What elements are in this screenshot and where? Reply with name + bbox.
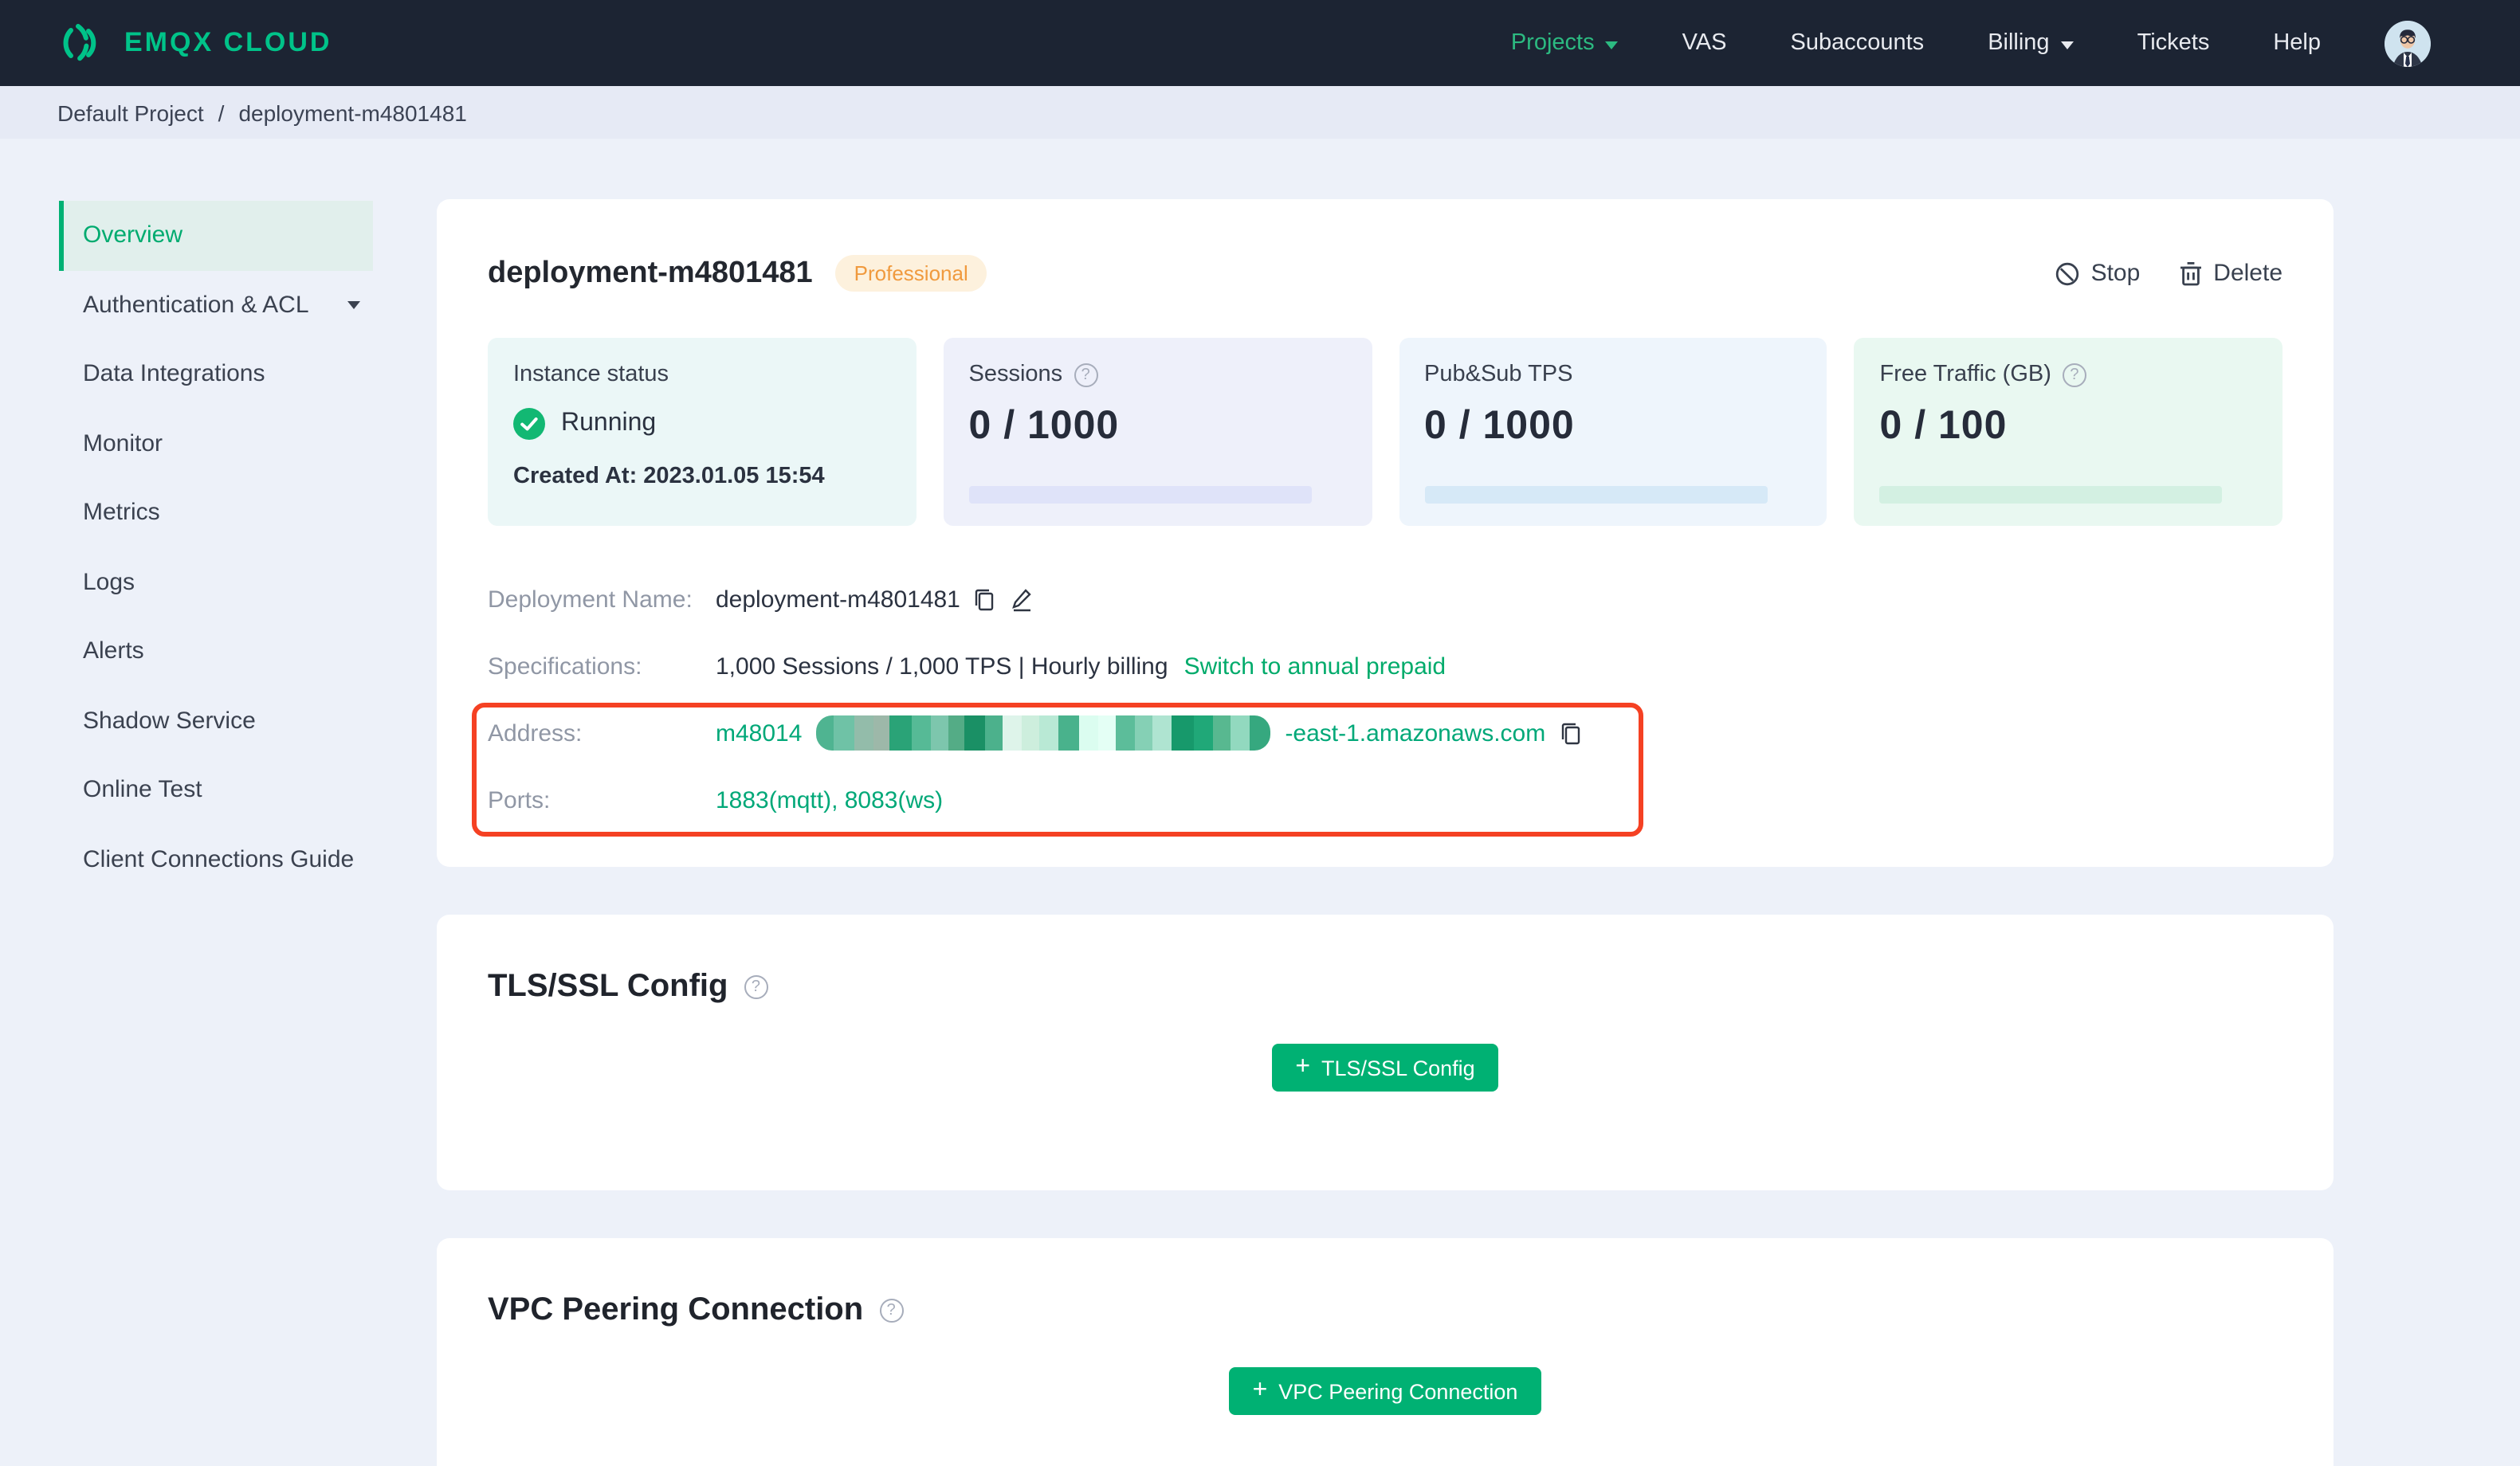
copy-icon[interactable] xyxy=(1558,721,1582,745)
user-avatar[interactable] xyxy=(2385,20,2431,66)
help-circle-icon[interactable]: ? xyxy=(2062,363,2086,386)
vpc-peering-title: VPC Peering Connection xyxy=(488,1292,864,1327)
tls-ssl-title: TLS/SSL Config xyxy=(488,969,728,1004)
stat-pubsub-tps: Pub&Sub TPS 0 / 1000 xyxy=(1399,338,1827,526)
sidebar-item-shadow-service[interactable]: Shadow Service xyxy=(59,686,373,755)
ports-value: 1883(mqtt), 8083(ws) xyxy=(716,786,944,813)
check-circle-icon xyxy=(513,408,545,440)
deployment-title: deployment-m4801481 xyxy=(488,256,813,289)
breadcrumb-separator: / xyxy=(218,100,225,125)
emqx-logo-icon xyxy=(57,19,105,67)
help-circle-icon[interactable]: ? xyxy=(744,975,768,999)
breadcrumb-deployment: deployment-m4801481 xyxy=(238,100,467,125)
nav-item-projects[interactable]: Projects xyxy=(1511,30,1619,56)
breadcrumb: Default Project / deployment-m4801481 xyxy=(0,86,2520,139)
nav-item-vas[interactable]: VAS xyxy=(1682,30,1727,56)
tps-progress-bar xyxy=(1424,486,1767,504)
tps-value: 0 / 1000 xyxy=(1424,403,1575,448)
stat-sessions: Sessions ? 0 / 1000 xyxy=(943,338,1372,526)
nav-item-subaccounts[interactable]: Subaccounts xyxy=(1791,30,1925,56)
content: Overview Authentication & ACL Data Integ… xyxy=(0,139,2520,1466)
edit-pencil-icon[interactable] xyxy=(1010,586,1035,612)
created-at-text: Created At: 2023.01.05 15:54 xyxy=(513,464,825,489)
sessions-value: 0 / 1000 xyxy=(968,403,1120,448)
breadcrumb-project[interactable]: Default Project xyxy=(57,100,204,125)
stats-row: Instance status Running Created At: 2023… xyxy=(488,338,2283,526)
tls-ssl-card: TLS/SSL Config ? + TLS/SSL Config xyxy=(437,915,2334,1190)
trash-icon xyxy=(2178,261,2202,286)
deployment-overview-card: deployment-m4801481 Professional Stop De… xyxy=(437,199,2334,867)
deployment-details: Deployment Name: deployment-m4801481 Spe… xyxy=(488,566,2283,833)
sidebar-item-overview[interactable]: Overview xyxy=(59,201,373,270)
address-prefix: m48014 xyxy=(716,719,803,747)
sessions-progress-bar xyxy=(968,486,1312,504)
brand-name: EMQX CLOUD xyxy=(124,27,332,57)
instance-status-text: Running xyxy=(561,410,657,437)
plus-icon: + xyxy=(1252,1376,1268,1403)
stat-free-traffic: Free Traffic (GB) ? 0 / 100 xyxy=(1854,338,2283,526)
help-circle-icon[interactable]: ? xyxy=(879,1299,904,1323)
nav-item-help[interactable]: Help xyxy=(2273,30,2321,56)
sidebar-item-authentication-acl[interactable]: Authentication & ACL xyxy=(59,270,373,339)
stop-icon xyxy=(2055,261,2080,286)
switch-annual-prepaid-link[interactable]: Switch to annual prepaid xyxy=(1184,653,1446,680)
sidebar-item-data-integrations[interactable]: Data Integrations xyxy=(59,339,373,409)
plan-badge: Professional xyxy=(834,255,987,292)
help-circle-icon[interactable]: ? xyxy=(1074,363,1098,386)
specifications-row: Specifications: 1,000 Sessions / 1,000 T… xyxy=(488,653,1446,680)
nav-item-billing[interactable]: Billing xyxy=(1988,30,2074,56)
sidebar-item-client-connections-guide[interactable]: Client Connections Guide xyxy=(59,825,373,894)
chevron-down-icon xyxy=(2060,41,2074,49)
nav-menu: Projects VAS Subaccounts Billing Tickets… xyxy=(1511,20,2431,66)
stat-instance-status: Instance status Running Created At: 2023… xyxy=(488,338,917,526)
traffic-progress-bar xyxy=(1879,486,2223,504)
deployment-name-value: deployment-m4801481 xyxy=(716,586,960,613)
stop-button[interactable]: Stop xyxy=(2055,260,2140,287)
vpc-peering-card: VPC Peering Connection ? + VPC Peering C… xyxy=(437,1238,2334,1466)
copy-icon[interactable] xyxy=(973,587,997,611)
add-vpc-peering-button[interactable]: + VPC Peering Connection xyxy=(1228,1367,1542,1415)
page: EMQX CLOUD Projects VAS Subaccounts Bill… xyxy=(0,0,2520,1466)
chevron-down-icon xyxy=(1605,41,1619,49)
brand[interactable]: EMQX CLOUD xyxy=(57,19,332,67)
sidebar-item-alerts[interactable]: Alerts xyxy=(59,617,373,686)
plus-icon: + xyxy=(1295,1052,1311,1080)
top-navbar: EMQX CLOUD Projects VAS Subaccounts Bill… xyxy=(0,0,2520,86)
sidebar: Overview Authentication & ACL Data Integ… xyxy=(59,201,373,894)
sidebar-item-logs[interactable]: Logs xyxy=(59,547,373,617)
deployment-name-row: Deployment Name: deployment-m4801481 xyxy=(488,566,2283,633)
nav-item-tickets[interactable]: Tickets xyxy=(2137,30,2210,56)
specifications-value: 1,000 Sessions / 1,000 TPS | Hourly bill… xyxy=(716,653,1168,680)
sidebar-item-online-test[interactable]: Online Test xyxy=(59,755,373,825)
ports-row: Ports: 1883(mqtt), 8083(ws) xyxy=(488,786,944,813)
delete-button[interactable]: Delete xyxy=(2178,260,2283,287)
sidebar-item-monitor[interactable]: Monitor xyxy=(59,409,373,478)
add-tls-ssl-config-button[interactable]: + TLS/SSL Config xyxy=(1271,1044,1499,1092)
sidebar-item-metrics[interactable]: Metrics xyxy=(59,478,373,547)
address-row: Address: m48014 -east-1.amazonaws.com xyxy=(488,700,2283,766)
redacted-address-blur xyxy=(816,715,1271,751)
address-suffix: -east-1.amazonaws.com xyxy=(1285,719,1546,747)
chevron-down-icon xyxy=(347,300,360,309)
traffic-value: 0 / 100 xyxy=(1879,403,2008,448)
